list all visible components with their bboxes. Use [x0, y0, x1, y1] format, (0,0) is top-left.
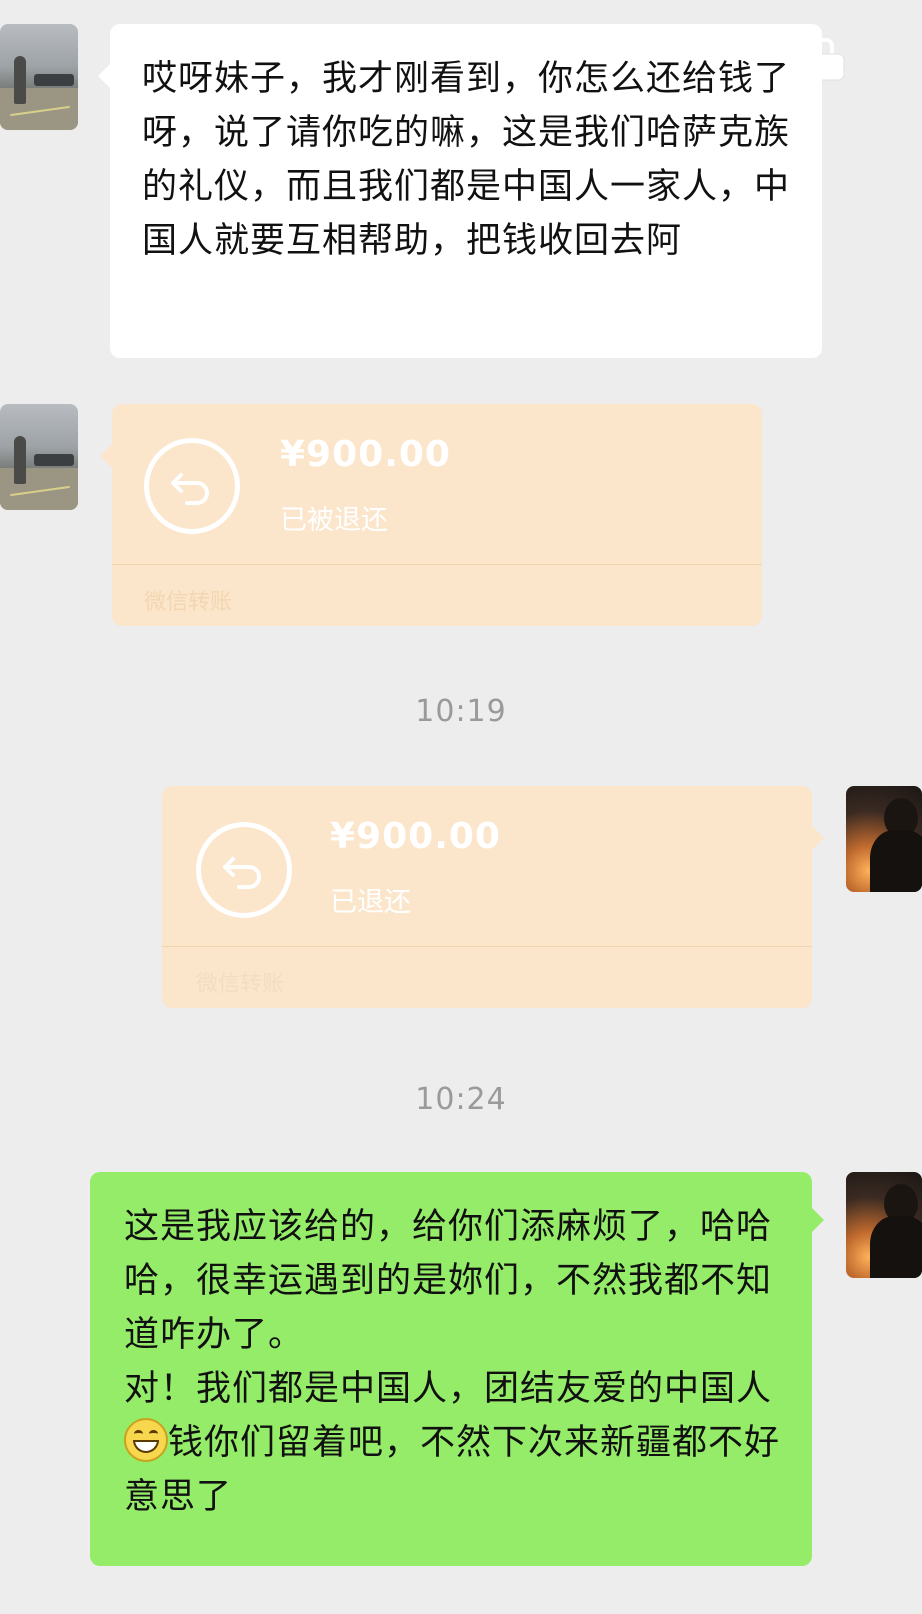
transfer-amount: ¥900.00 [280, 434, 451, 475]
timestamp: 10:24 [415, 1082, 507, 1117]
transfer-status: 已被退还 [280, 505, 388, 536]
chat-window: 哎呀妹子，我才刚看到，你怎么还给钱了呀，说了请你吃的嘛，这是我们哈萨克族的礼仪，… [0, 0, 922, 1614]
return-arrow-icon [196, 822, 292, 918]
message-text: 哎呀妹子，我才刚看到，你怎么还给钱了呀，说了请你吃的嘛，这是我们哈萨克族的礼仪，… [142, 59, 791, 261]
transfer-card-returned[interactable]: ¥900.00 已被退还 微信转账 [100, 404, 762, 626]
return-arrow-icon [144, 438, 240, 534]
transfer-label: 微信转账 [144, 590, 233, 615]
card-divider [112, 564, 762, 565]
outgoing-message-bubble[interactable]: 这是我应该给的，给你们添麻烦了，哈哈哈，很幸运遇到的是妳们，不然我都不知道咋办了… [90, 1172, 824, 1566]
message-text-part: 这是我应该给的，给你们添麻烦了，哈哈哈，很幸运遇到的是妳们，不然我都不知道咋办了… [124, 1207, 773, 1409]
card-divider [162, 946, 812, 947]
transfer-card-returned[interactable]: ¥900.00 已退还 微信转账 [162, 786, 824, 1008]
message-text-part: 钱你们留着吧，不然下次来新疆都不好意思了 [124, 1423, 781, 1517]
transfer-amount: ¥900.00 [330, 816, 501, 857]
message-text: 这是我应该给的，给你们添麻烦了，哈哈哈，很幸运遇到的是妳们，不然我都不知道咋办了… [124, 1200, 782, 1524]
contact-avatar[interactable] [0, 404, 78, 510]
grinning-face-icon [124, 1418, 168, 1462]
transfer-label: 微信转账 [196, 972, 285, 997]
incoming-message-bubble[interactable]: 哎呀妹子，我才刚看到，你怎么还给钱了呀，说了请你吃的嘛，这是我们哈萨克族的礼仪，… [98, 24, 822, 358]
contact-avatar[interactable] [0, 24, 78, 130]
my-avatar[interactable] [846, 1172, 922, 1278]
timestamp: 10:19 [415, 694, 507, 729]
my-avatar[interactable] [846, 786, 922, 892]
transfer-status: 已退还 [330, 887, 411, 918]
